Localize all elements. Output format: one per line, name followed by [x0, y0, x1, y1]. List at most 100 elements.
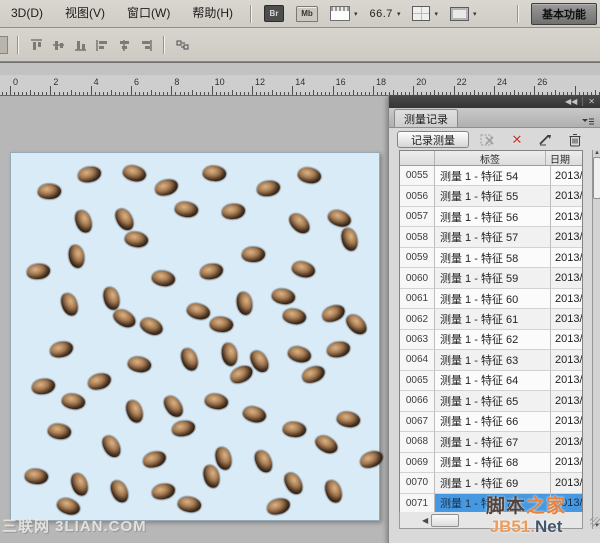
collapse-to-icons-icon[interactable]: ◀◀ [565, 97, 577, 106]
cell-idx[interactable]: 0070 [400, 473, 435, 493]
cell-idx[interactable]: 0060 [400, 268, 435, 288]
cell-label[interactable]: 测量 1 - 特征 65 [435, 391, 551, 411]
cell-label[interactable]: 测量 1 - 特征 64 [435, 371, 551, 391]
cell-label[interactable]: 测量 1 - 特征 56 [435, 207, 551, 227]
cell-date[interactable]: 2013/8 [551, 432, 582, 452]
zoom-level-dropdown[interactable]: 66.7 ▾ [370, 4, 401, 24]
close-icon[interactable]: ✕ [588, 97, 595, 106]
cell-label[interactable]: 测量 1 - 特征 66 [435, 412, 551, 432]
cell-label[interactable]: 测量 1 - 特征 61 [435, 309, 551, 329]
column-header-date[interactable]: 日期 [546, 151, 582, 165]
tab-measurement-log[interactable]: 测量记录 [394, 109, 458, 127]
view-extras-dropdown[interactable]: ▾ [330, 4, 358, 24]
align-top-edges-button[interactable] [25, 34, 47, 56]
cell-date[interactable]: 2013/8 [551, 391, 582, 411]
table-row[interactable]: 0056测量 1 - 特征 552013/8 [400, 186, 582, 206]
screen-mode-dropdown[interactable]: ▾ [450, 4, 477, 24]
align-right-edges-button[interactable] [135, 34, 157, 56]
launch-mini-bridge-button[interactable]: Mb [296, 4, 318, 24]
distribute-button[interactable] [171, 34, 193, 56]
table-row[interactable]: 0064测量 1 - 特征 632013/8 [400, 350, 582, 370]
table-row[interactable]: 0063测量 1 - 特征 622013/8 [400, 330, 582, 350]
cell-date[interactable]: 2013/8 [551, 371, 582, 391]
table-row[interactable]: 0067测量 1 - 特征 662013/8 [400, 412, 582, 432]
delete-measurements-icon[interactable] [565, 131, 585, 149]
cell-idx[interactable]: 0063 [400, 330, 435, 350]
launch-bridge-button[interactable]: Br [264, 4, 284, 24]
column-header-index[interactable] [400, 151, 435, 165]
cell-date[interactable]: 2013/8 [551, 350, 582, 370]
cell-date[interactable]: 2013/8 [551, 309, 582, 329]
table-row[interactable]: 0059测量 1 - 特征 582013/8 [400, 248, 582, 268]
select-all-measurements-icon[interactable] [478, 131, 498, 149]
cell-label[interactable]: 测量 1 - 特征 54 [435, 166, 551, 186]
deselect-all-measurements-icon[interactable]: ✕ [507, 131, 527, 149]
cell-idx[interactable]: 0055 [400, 166, 435, 186]
table-row[interactable]: 0061测量 1 - 特征 602013/8 [400, 289, 582, 309]
cell-label[interactable]: 测量 1 - 特征 62 [435, 330, 551, 350]
cell-idx[interactable]: 0064 [400, 350, 435, 370]
table-row[interactable]: 0068测量 1 - 特征 672013/8 [400, 432, 582, 452]
cell-date[interactable]: 2013/8 [551, 186, 582, 206]
cell-date[interactable]: 2013/8 [551, 289, 582, 309]
cell-label[interactable]: 测量 1 - 特征 68 [435, 453, 551, 473]
table-row[interactable]: 0066测量 1 - 特征 652013/8 [400, 391, 582, 411]
horizontal-scrollbar[interactable]: ◀ [399, 512, 583, 529]
menu-item-3d[interactable]: 3D(D) [0, 0, 54, 27]
panel-menu-icon[interactable] [581, 113, 595, 131]
table-row[interactable]: 0070测量 1 - 特征 692013/8 [400, 473, 582, 493]
table-row[interactable]: 0057测量 1 - 特征 562013/8 [400, 207, 582, 227]
cell-date[interactable]: 2013/8 [551, 166, 582, 186]
scroll-up-arrow-icon[interactable]: ▲ [594, 150, 600, 156]
cell-idx[interactable]: 0067 [400, 412, 435, 432]
menu-item-view[interactable]: 视图(V) [54, 0, 116, 27]
table-row[interactable]: 0060测量 1 - 特征 592013/8 [400, 268, 582, 288]
cell-idx[interactable]: 0056 [400, 186, 435, 206]
cell-date[interactable]: 2013/8 [551, 412, 582, 432]
table-row[interactable]: 0062测量 1 - 特征 612013/8 [400, 309, 582, 329]
cell-idx[interactable]: 0066 [400, 391, 435, 411]
cell-idx[interactable]: 0068 [400, 432, 435, 452]
cell-label[interactable]: 测量 1 - 特征 57 [435, 227, 551, 247]
arrange-documents-dropdown[interactable]: ▾ [412, 4, 438, 24]
cell-idx[interactable]: 0062 [400, 309, 435, 329]
cell-idx[interactable]: 0058 [400, 227, 435, 247]
cell-idx[interactable]: 0061 [400, 289, 435, 309]
table-row[interactable]: 0058测量 1 - 特征 572013/8 [400, 227, 582, 247]
cell-idx[interactable]: 0071 [400, 494, 435, 514]
horizontal-scrollbar-thumb[interactable] [431, 514, 459, 527]
cell-date[interactable]: 2013/8 [551, 207, 582, 227]
menu-item-window[interactable]: 窗口(W) [116, 0, 181, 27]
cell-date[interactable]: 2013/8 [551, 268, 582, 288]
cell-date[interactable]: 2013/8 [551, 248, 582, 268]
cell-label[interactable]: 测量 1 - 特征 58 [435, 248, 551, 268]
align-left-edges-button[interactable] [91, 34, 113, 56]
cell-idx[interactable]: 0069 [400, 453, 435, 473]
horizontal-ruler[interactable]: 02468101214161820222426 [0, 75, 600, 96]
cell-date[interactable]: 2013/8 [551, 227, 582, 247]
cell-label[interactable]: 测量 1 - 特征 55 [435, 186, 551, 206]
table-row[interactable]: 0055测量 1 - 特征 542013/8 [400, 166, 582, 186]
cell-date[interactable]: 2013/8 [551, 473, 582, 493]
panel-resize-grip[interactable] [590, 517, 600, 527]
workspace-switcher-button[interactable]: 基本功能 [531, 3, 597, 25]
align-horizontal-centers-button[interactable] [113, 34, 135, 56]
cell-label[interactable]: 测量 1 - 特征 67 [435, 432, 551, 452]
document-canvas[interactable] [10, 152, 380, 521]
record-measurements-button[interactable]: 记录测量 [397, 131, 469, 148]
cell-date[interactable]: 2013/8 [551, 453, 582, 473]
align-bottom-edges-button[interactable] [69, 34, 91, 56]
cell-label[interactable]: 测量 1 - 特征 69 [435, 473, 551, 493]
cell-label[interactable]: 测量 1 - 特征 60 [435, 289, 551, 309]
vertical-scrollbar[interactable]: ▲ ▼ [592, 150, 600, 529]
cell-idx[interactable]: 0065 [400, 371, 435, 391]
cell-label[interactable]: 测量 1 - 特征 70 [435, 494, 551, 514]
cell-idx[interactable]: 0057 [400, 207, 435, 227]
cell-idx[interactable]: 0059 [400, 248, 435, 268]
column-header-label[interactable]: 标签 [435, 151, 546, 165]
table-row[interactable]: 0071测量 1 - 特征 702013/8 [400, 494, 582, 514]
cell-label[interactable]: 测量 1 - 特征 59 [435, 268, 551, 288]
align-vertical-centers-button[interactable] [47, 34, 69, 56]
export-selected-measurements-icon[interactable] [536, 131, 556, 149]
table-row[interactable]: 0069测量 1 - 特征 682013/8 [400, 453, 582, 473]
